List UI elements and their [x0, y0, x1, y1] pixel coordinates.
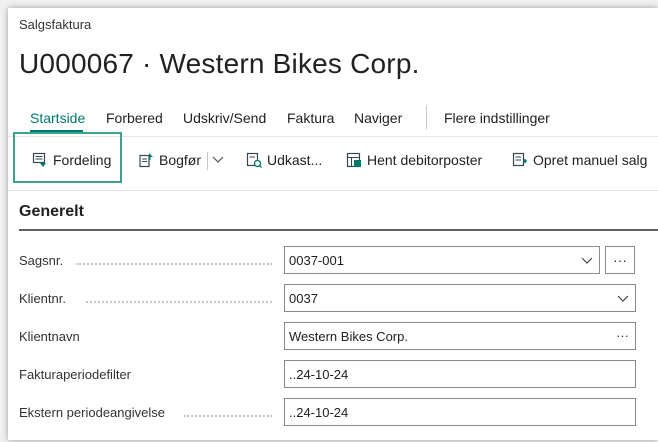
- klientnavn-label: Klientnavn: [19, 329, 80, 344]
- sagsnr-select[interactable]: 0037-001: [284, 246, 600, 274]
- action-bar-divider: [8, 190, 658, 191]
- tab-faktura[interactable]: Faktura: [287, 110, 334, 126]
- fordeling-label: Fordeling: [53, 152, 112, 168]
- udkast-label: Udkast...: [267, 152, 323, 168]
- split-button-divider: [207, 152, 208, 170]
- ellipsis-icon[interactable]: ···: [616, 328, 629, 343]
- bogfor-button[interactable]: Bogfør: [138, 149, 201, 171]
- breadcrumb: Salgsfaktura: [19, 17, 92, 32]
- section-underline: [19, 229, 658, 231]
- tab-naviger[interactable]: Naviger: [354, 110, 402, 126]
- label-leader: [184, 413, 272, 417]
- tab-startside[interactable]: Startside: [30, 110, 85, 126]
- klientnr-label: Klientnr.: [19, 291, 66, 306]
- fakturaperiodefilter-input[interactable]: ..24-10-24: [284, 360, 636, 388]
- hent-debitorposter-label: Hent debitorposter: [367, 152, 483, 168]
- fakturaperiodefilter-label: Fakturaperiodefilter: [19, 367, 131, 382]
- klientnr-select[interactable]: 0037: [284, 284, 636, 312]
- ekstern-periodeangivelse-label: Ekstern periodeangivelse: [19, 405, 165, 420]
- section-title: Generelt: [19, 203, 84, 220]
- label-leader: [76, 261, 272, 265]
- tab-udskriv-send[interactable]: Udskriv/Send: [183, 110, 266, 126]
- fordeling-button[interactable]: Fordeling: [32, 149, 111, 171]
- chevron-down-icon[interactable]: [212, 154, 224, 164]
- bogfor-label: Bogfør: [159, 152, 202, 168]
- tab-forbered[interactable]: Forbered: [106, 110, 163, 126]
- chevron-down-icon: [617, 295, 629, 302]
- tab-flere-indstillinger[interactable]: Flere indstillinger: [444, 110, 550, 126]
- draft-icon: [246, 152, 262, 168]
- post-icon: [139, 153, 153, 168]
- sagsnr-lookup-button[interactable]: ···: [605, 246, 635, 274]
- opret-manuel-salg-button[interactable]: Opret manuel salg: [512, 149, 647, 171]
- udkast-button[interactable]: Udkast...: [246, 149, 322, 171]
- ellipsis-icon: ···: [613, 252, 627, 268]
- label-leader: [86, 299, 272, 303]
- page-title: U000067 · Western Bikes Corp.: [19, 48, 420, 79]
- chevron-down-icon: [581, 257, 593, 264]
- opret-manuel-salg-label: Opret manuel salg: [533, 152, 648, 168]
- hent-debitorposter-button[interactable]: Hent debitorposter: [346, 149, 482, 171]
- klientnavn-field[interactable]: Western Bikes Corp. ···: [284, 322, 636, 350]
- ekstern-periodeangivelse-input[interactable]: ..24-10-24: [284, 398, 636, 426]
- distribution-icon: [32, 152, 46, 167]
- sagsnr-label: Sagsnr.: [19, 253, 64, 268]
- ledger-icon: [346, 152, 361, 168]
- sales-invoice-card: Salgsfaktura U000067 · Western Bikes Cor…: [8, 8, 658, 440]
- tab-divider: [426, 105, 427, 129]
- create-manual-icon: [512, 152, 527, 167]
